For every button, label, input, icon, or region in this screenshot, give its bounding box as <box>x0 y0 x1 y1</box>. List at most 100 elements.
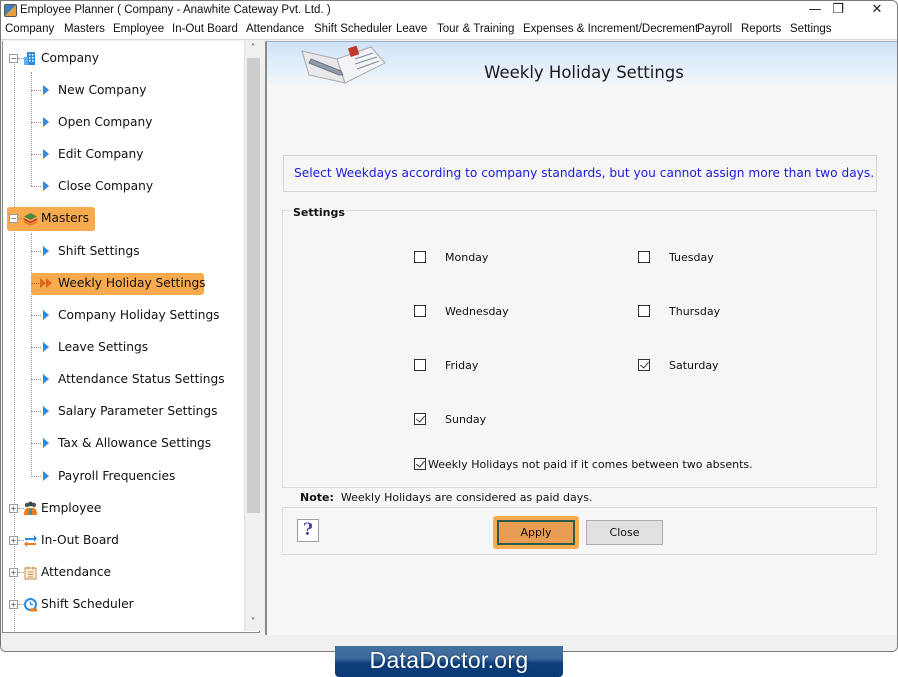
arrow-right-icon <box>43 342 49 352</box>
tree-item-weekly-holiday-settings[interactable]: Weekly Holiday Settings <box>31 273 206 295</box>
tree-node-shift-scheduler[interactable]: + Shift Scheduler <box>3 593 143 617</box>
wednesday-label: Wednesday <box>445 305 509 318</box>
tree-node-attendance[interactable]: + Attendance <box>3 561 123 585</box>
note-text: Weekly Holidays are considered as paid d… <box>340 491 593 504</box>
friday-checkbox[interactable] <box>414 359 426 371</box>
close-button[interactable]: Close <box>586 520 663 545</box>
menu-payroll[interactable]: Payroll <box>697 23 732 35</box>
menu-masters[interactable]: Masters <box>64 23 105 35</box>
scroll-up-icon[interactable]: ˄ <box>245 41 261 57</box>
apply-button[interactable]: Apply <box>497 520 575 545</box>
tree-node-masters[interactable]: − Masters <box>7 207 95 231</box>
page-title-text: Weekly Holiday Settings <box>484 63 684 82</box>
watermark-text: DataDoctor.org <box>369 647 529 673</box>
collapse-icon[interactable]: − <box>9 54 18 63</box>
tree-item-tax-allowance-settings[interactable]: Tax & Allowance Settings <box>31 433 221 455</box>
menu-tour-training[interactable]: Tour & Training <box>437 23 514 35</box>
menu-reports[interactable]: Reports <box>741 23 781 35</box>
expand-icon[interactable]: + <box>9 504 18 513</box>
arrow-right-icon <box>43 471 49 481</box>
wednesday-checkbox[interactable] <box>414 305 426 317</box>
tree-line <box>31 186 41 187</box>
monday-checkbox[interactable] <box>414 251 426 263</box>
maximize-button[interactable]: ❐ <box>819 1 857 21</box>
tree-line <box>31 154 41 155</box>
tree-node-label: Shift Scheduler <box>41 597 134 611</box>
tree-line <box>31 411 41 412</box>
thursday-checkbox[interactable] <box>638 305 650 317</box>
arrow-right-icon <box>43 149 49 159</box>
tree-item-label: Tax & Allowance Settings <box>58 436 212 450</box>
menu-shift-scheduler[interactable]: Shift Scheduler <box>314 23 392 35</box>
navigation-tree: − Company New Company Open Company Edit … <box>2 41 261 633</box>
expand-icon[interactable]: + <box>9 600 18 609</box>
scroll-down-icon[interactable]: ˅ <box>245 615 261 631</box>
menu-attendance[interactable]: Attendance <box>246 23 304 35</box>
tree-item-label: Edit Company <box>58 147 144 161</box>
people-icon <box>24 501 37 515</box>
help-button[interactable]: ? <box>297 519 319 542</box>
arrow-right-icon <box>43 374 49 384</box>
tree-item-leave-settings[interactable]: Leave Settings <box>31 337 181 359</box>
sidebar-scrollbar[interactable]: ˄ ˅ <box>244 41 261 631</box>
menu-in-out-board[interactable]: In-Out Board <box>172 23 238 35</box>
arrow-right-icon <box>43 438 49 448</box>
tree-line <box>31 251 41 252</box>
panel-header: Weekly Holiday Settings <box>267 42 897 86</box>
tree-item-label: Leave Settings <box>58 340 149 354</box>
tree-line <box>31 347 41 348</box>
collapse-icon[interactable]: − <box>9 214 18 223</box>
sidebar-footer <box>1 633 263 651</box>
tree-item-shift-settings[interactable]: Shift Settings <box>31 241 181 263</box>
tree-item-close-company[interactable]: Close Company <box>31 176 181 198</box>
tree-node-label: Employee <box>41 501 102 515</box>
expand-icon[interactable]: + <box>9 568 18 577</box>
tree-line <box>31 443 41 444</box>
tree-item-attendance-status-settings[interactable]: Attendance Status Settings <box>31 369 231 391</box>
close-window-button[interactable]: ✕ <box>857 1 897 21</box>
settings-group-label: Settings <box>291 206 347 219</box>
menu-employee[interactable]: Employee <box>113 23 164 35</box>
clock-icon <box>24 598 37 612</box>
tree-line <box>31 379 41 380</box>
arrow-right-icon <box>43 85 49 95</box>
tree-item-open-company[interactable]: Open Company <box>31 112 181 134</box>
scroll-thumb[interactable] <box>247 58 260 513</box>
arrow-right-icon <box>43 246 49 256</box>
swap-arrows-icon <box>24 535 37 547</box>
sunday-label: Sunday <box>445 413 487 426</box>
tree-item-company-holiday-settings[interactable]: Company Holiday Settings <box>31 305 221 327</box>
arrow-right-icon <box>43 117 49 127</box>
tree-item-payroll-frequencies[interactable]: Payroll Frequencies <box>31 466 201 488</box>
calendar-icon <box>24 566 37 580</box>
title-bar: Employee Planner ( Company - Anawhite Ca… <box>1 1 897 21</box>
not-paid-between-absents-checkbox[interactable] <box>414 458 426 470</box>
tree-node-company[interactable]: − Company <box>3 47 103 71</box>
note-prefix: Note: <box>300 491 334 504</box>
note: Note: Weekly Holidays are considered as … <box>300 491 592 504</box>
apply-button-focus-ring: Apply <box>493 516 579 549</box>
expand-icon[interactable]: + <box>9 536 18 545</box>
tree-item-new-company[interactable]: New Company <box>31 80 181 102</box>
tree-node-in-out-board[interactable]: + In-Out Board <box>3 529 133 553</box>
watermark-banner: DataDoctor.org <box>335 646 563 677</box>
menu-leave[interactable]: Leave <box>396 23 427 35</box>
tree-node-label: Attendance <box>41 565 112 579</box>
window-title: Employee Planner ( Company - Anawhite Ca… <box>20 4 331 16</box>
tree-item-edit-company[interactable]: Edit Company <box>31 144 181 166</box>
sunday-checkbox[interactable] <box>414 413 426 425</box>
saturday-checkbox[interactable] <box>638 359 650 371</box>
tree-node-label: Masters <box>41 211 89 225</box>
tree-node-employee[interactable]: + Employee <box>3 497 113 521</box>
arrow-right-icon <box>43 310 49 320</box>
tuesday-checkbox[interactable] <box>638 251 650 263</box>
menu-company[interactable]: Company <box>5 23 54 35</box>
tree-node-label: In-Out Board <box>41 533 119 547</box>
app-logo-icon <box>4 4 17 17</box>
weekly-holiday-settings-panel: Weekly Holiday Settings Select Weekdays … <box>265 41 897 635</box>
menu-expenses[interactable]: Expenses & Increment/Decrement <box>523 23 698 35</box>
menu-settings[interactable]: Settings <box>790 23 832 35</box>
tree-item-salary-parameter-settings[interactable]: Salary Parameter Settings <box>31 401 221 423</box>
tree-item-label: Open Company <box>58 115 153 129</box>
tree-line <box>31 90 41 91</box>
